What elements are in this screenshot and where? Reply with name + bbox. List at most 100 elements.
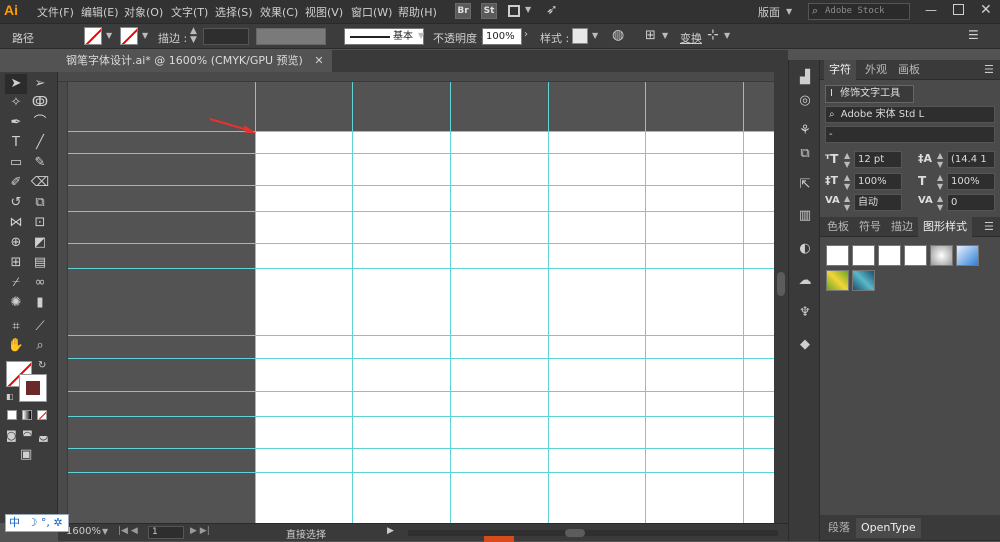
gradient-panel-icon[interactable]: ▥ [797,208,813,224]
leading-stepper[interactable]: ▲ ▼ [937,151,943,169]
guide-line[interactable] [743,82,744,523]
kerning-stepper[interactable]: ▲ ▼ [844,194,850,212]
shape-builder-tool-icon[interactable]: ⊕ [5,233,27,253]
horizontal-scale-field[interactable]: 100% [947,173,995,190]
graphic-style-blank[interactable] [878,245,901,266]
transform-link[interactable]: 变换 [680,30,702,46]
none-mode-icon[interactable] [37,410,47,420]
canvas[interactable] [68,82,774,523]
bridge-button[interactable]: Br [455,3,471,19]
transparency-icon[interactable]: ♆ [797,305,813,321]
tab-symbols[interactable]: 符号 [854,217,886,237]
stroke-weight-field[interactable] [203,28,249,45]
graphic-style-outline[interactable] [852,245,875,266]
opacity-field[interactable]: 100% [482,28,522,45]
chevron-down-icon[interactable]: ▼ [102,527,108,536]
font-size-stepper[interactable]: ▲ ▼ [844,151,850,169]
document-info-icon[interactable]: ▟ [797,70,813,86]
zoom-tool-icon[interactable]: ⌕ [29,336,51,356]
chevron-down-icon[interactable]: ▼ [724,31,730,40]
font-size-field[interactable]: 12 pt [854,151,902,168]
ime-indicator[interactable]: 中 ☽ °, ✲ [5,514,69,532]
menu-select[interactable]: 选择(S) [215,4,253,20]
graphic-style-shadow[interactable] [930,245,953,266]
symbols-icon[interactable]: ⧉ [797,146,813,162]
guide-line[interactable] [68,131,774,132]
guide-line[interactable] [255,82,256,523]
graphic-style-none[interactable] [904,245,927,266]
guide-line[interactable] [68,185,774,186]
scale-tool-icon[interactable]: ⧉ [29,193,51,213]
width-tool-icon[interactable]: ⋈ [5,213,27,233]
draw-normal-icon[interactable]: ◙ [6,429,17,442]
direct-selection-tool-icon[interactable]: ➢ [29,74,51,94]
color-panel-icon[interactable]: ◐ [797,241,813,257]
hand-tool-icon[interactable]: ✋ [5,336,27,356]
document-tab[interactable]: 钢笔字体设计.ai* @ 1600% (CMYK/GPU 预览) ✕ [58,50,332,72]
symbol-sprayer-tool-icon[interactable]: ✺ [5,293,27,313]
horizontal-ruler[interactable] [58,72,774,82]
leading-field[interactable]: (14.4 1 [947,151,995,168]
first-artboard-icon[interactable]: |◀ ◀ [118,526,138,536]
tracking-stepper[interactable]: ▲ ▼ [937,194,943,212]
variable-width-profile[interactable] [256,28,326,45]
stroke-color-swatch[interactable] [19,374,47,402]
graphic-style-blue-gradient[interactable] [956,245,979,266]
guide-line[interactable] [450,82,451,523]
scrollbar-thumb[interactable] [777,272,785,296]
magic-wand-tool-icon[interactable]: ✧ [5,93,27,113]
font-family-field[interactable]: ⌕ Adobe 宋体 Std L [825,106,995,123]
brushes-icon[interactable]: ⚘ [797,123,813,139]
menu-help[interactable]: 帮助(H) [398,4,437,20]
eyedropper-tool-icon[interactable]: ⌿ [5,273,27,293]
guide-line[interactable] [68,448,774,449]
lasso-tool-icon[interactable]: ↂ [29,93,51,113]
fill-swatch[interactable] [84,27,102,45]
guide-line[interactable] [68,391,774,392]
navigator-icon[interactable]: ◎ [797,93,813,109]
vertical-scrollbar[interactable] [774,72,788,523]
close-icon[interactable]: ✕ [314,54,323,67]
tab-graphic-styles[interactable]: 图形样式 [918,217,972,237]
chevron-right-icon[interactable]: › [524,29,528,40]
type-tool-icon[interactable]: T [5,133,27,153]
tab-swatches[interactable]: 色板 [822,217,854,237]
draw-inside-icon[interactable]: ◛ [38,429,49,442]
touch-type-tool-button[interactable]: Ⅰ 修饰文字工具 [825,85,914,103]
graphic-style-teal-pattern[interactable] [852,270,875,291]
font-style-field[interactable]: - [825,126,995,143]
tab-character[interactable]: 字符 [824,60,856,80]
draw-behind-icon[interactable]: ◚ [22,429,33,442]
graphic-style-swatch[interactable] [572,28,588,44]
column-graph-tool-icon[interactable]: ▮ [29,293,51,313]
tab-artboards[interactable]: 画板 [893,60,925,80]
guide-line[interactable] [68,268,774,269]
tab-stroke[interactable]: 描边 [886,217,918,237]
menu-type[interactable]: 文字(T) [171,4,208,20]
artboard[interactable] [255,131,774,523]
curvature-tool-icon[interactable]: ⌒ [29,113,51,133]
current-tool-status[interactable]: 直接选择 [286,526,326,541]
line-tool-icon[interactable]: ╱ [29,133,51,153]
chevron-down-icon[interactable]: ▼ [106,31,112,40]
menu-file[interactable]: 文件(F) [37,4,74,20]
graphic-style-default[interactable] [826,245,849,266]
free-transform-tool-icon[interactable]: ⊡ [29,213,51,233]
guide-line[interactable] [68,153,774,154]
color-mode-icon[interactable] [7,410,17,420]
pen-tool-icon[interactable]: ✒ [5,113,27,133]
tracking-field[interactable]: 0 [947,194,995,211]
panel-menu-icon[interactable]: ☰ [968,28,979,42]
stock-search-input[interactable]: ⌕ Adobe Stock [808,3,910,20]
gradient-tool-icon[interactable]: ▤ [29,253,51,273]
stock-button[interactable]: St [481,3,497,19]
guide-line[interactable] [645,82,646,523]
selection-tool-icon[interactable]: ➤ [5,74,27,94]
horizontal-scale-stepper[interactable]: ▲ ▼ [937,173,943,191]
menu-object[interactable]: 对象(O) [124,4,163,20]
align-icon[interactable]: ⊞ [645,28,656,43]
screen-mode-icon[interactable]: ▣ [20,447,32,462]
chevron-down-icon[interactable]: ▼ [592,31,598,40]
guide-line[interactable] [68,335,774,336]
layers-icon[interactable]: ◆ [797,337,813,353]
